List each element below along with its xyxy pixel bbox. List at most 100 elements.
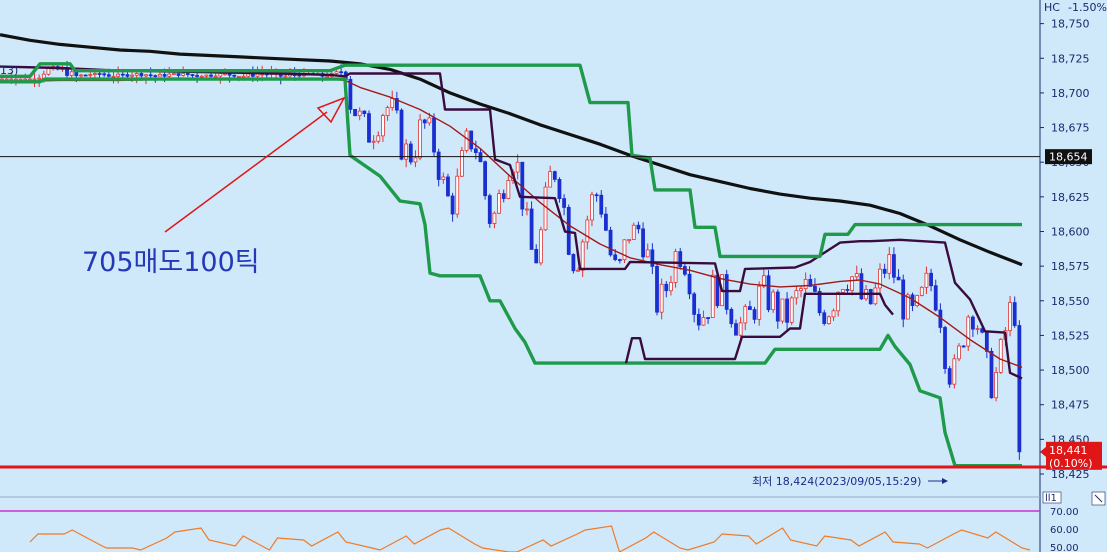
candle-body xyxy=(487,195,492,224)
candle-body xyxy=(826,316,831,324)
candle-body xyxy=(473,148,478,153)
candle-body xyxy=(436,151,441,180)
candle-body xyxy=(153,75,158,77)
candle-body xyxy=(961,345,966,348)
candle-body xyxy=(106,74,111,77)
candle-body xyxy=(158,74,162,77)
candle-body xyxy=(213,75,218,78)
candle-body xyxy=(241,75,246,78)
candle-body xyxy=(116,73,121,77)
candle-body xyxy=(873,287,878,305)
candle-body xyxy=(185,73,190,75)
candle-body xyxy=(641,228,645,258)
candle-body xyxy=(813,286,817,292)
candle-body xyxy=(538,229,543,264)
candle-body xyxy=(125,74,130,77)
candle-body xyxy=(887,254,892,274)
candle-body xyxy=(868,289,873,305)
candle-body xyxy=(692,293,697,315)
price-tick-label: 18,625 xyxy=(1051,191,1090,204)
candle-body xyxy=(552,171,557,180)
candle-body xyxy=(441,176,446,180)
rsi-tick-70: 70.00 xyxy=(1050,507,1079,518)
candle-body xyxy=(255,73,260,77)
candle-body xyxy=(831,310,836,318)
candle-body xyxy=(79,74,83,77)
price-chart[interactable]: HC -1.50% 18,75018,72518,70018,67518,650… xyxy=(0,0,1107,552)
candle-body xyxy=(557,179,562,199)
candle-body xyxy=(799,288,803,291)
candle-body xyxy=(432,117,436,153)
candle-body xyxy=(766,275,771,311)
candle-body xyxy=(794,290,799,299)
candle-body xyxy=(659,283,664,313)
candle-body xyxy=(743,306,748,324)
candle-body xyxy=(943,327,947,369)
candle-body xyxy=(334,71,339,74)
candle-body xyxy=(971,316,975,330)
candle-body xyxy=(678,251,683,267)
current-price-label: 18,441 xyxy=(1049,444,1088,457)
candle-body xyxy=(604,213,608,231)
price-tick-label: 18,725 xyxy=(1051,52,1090,65)
candle-body xyxy=(199,75,204,78)
sell-note: 705매도100틱 xyxy=(82,247,260,278)
price-tick-label: 18,525 xyxy=(1051,329,1090,342)
candle-body xyxy=(594,194,599,197)
candle-body xyxy=(933,285,938,311)
candle-body xyxy=(701,317,706,326)
candle-body xyxy=(998,338,1003,373)
candle-body xyxy=(617,259,622,261)
candle-body xyxy=(371,140,376,143)
candle-body xyxy=(919,286,924,296)
candle-body xyxy=(590,194,594,221)
candle-body xyxy=(134,73,139,76)
candle-body xyxy=(706,317,711,319)
candle-body xyxy=(483,161,488,197)
candle-body xyxy=(455,175,460,215)
candle-body xyxy=(357,110,362,117)
price-tick-label: 18,500 xyxy=(1051,364,1090,377)
candle-body xyxy=(571,254,576,272)
candle-body xyxy=(836,291,841,312)
candle-body xyxy=(450,195,455,215)
candle-body xyxy=(9,78,14,81)
candle-body xyxy=(418,119,422,159)
candle-body xyxy=(608,229,613,256)
candle-body xyxy=(655,265,659,313)
candle-body xyxy=(88,74,93,76)
candle-body xyxy=(102,73,107,76)
candle-body xyxy=(97,73,102,75)
candle-body xyxy=(446,176,450,197)
candle-body xyxy=(246,73,251,77)
candle-body xyxy=(669,282,673,292)
candle-body xyxy=(645,249,650,258)
candle-body xyxy=(859,273,864,300)
candle-body xyxy=(23,78,28,81)
candle-body xyxy=(399,109,404,160)
candle-body xyxy=(167,73,172,77)
candle-body xyxy=(515,161,520,173)
current-price-change: (0.10%) xyxy=(1049,457,1093,470)
candle-body xyxy=(232,74,237,77)
candle-body xyxy=(190,74,195,76)
candle-body xyxy=(162,74,167,77)
candle-body xyxy=(4,78,9,81)
candle-body xyxy=(905,294,910,320)
daily-change: -1.50% xyxy=(1068,1,1107,14)
candle-body xyxy=(27,78,32,81)
candle-body xyxy=(845,289,850,291)
candle-body xyxy=(65,68,69,76)
candle-body xyxy=(622,239,627,261)
top-left-fragment: 13) xyxy=(0,64,18,77)
candle-body xyxy=(650,249,655,267)
price-tick-label: 18,700 xyxy=(1051,87,1090,100)
rsi-tick-50: 50.00 xyxy=(1050,543,1079,552)
candle-body xyxy=(120,73,125,76)
candle-body xyxy=(734,323,738,336)
candle-body xyxy=(408,143,413,163)
candle-body xyxy=(1008,302,1012,331)
candle-body xyxy=(0,78,4,81)
candle-body xyxy=(464,130,469,151)
candle-body xyxy=(339,71,344,74)
